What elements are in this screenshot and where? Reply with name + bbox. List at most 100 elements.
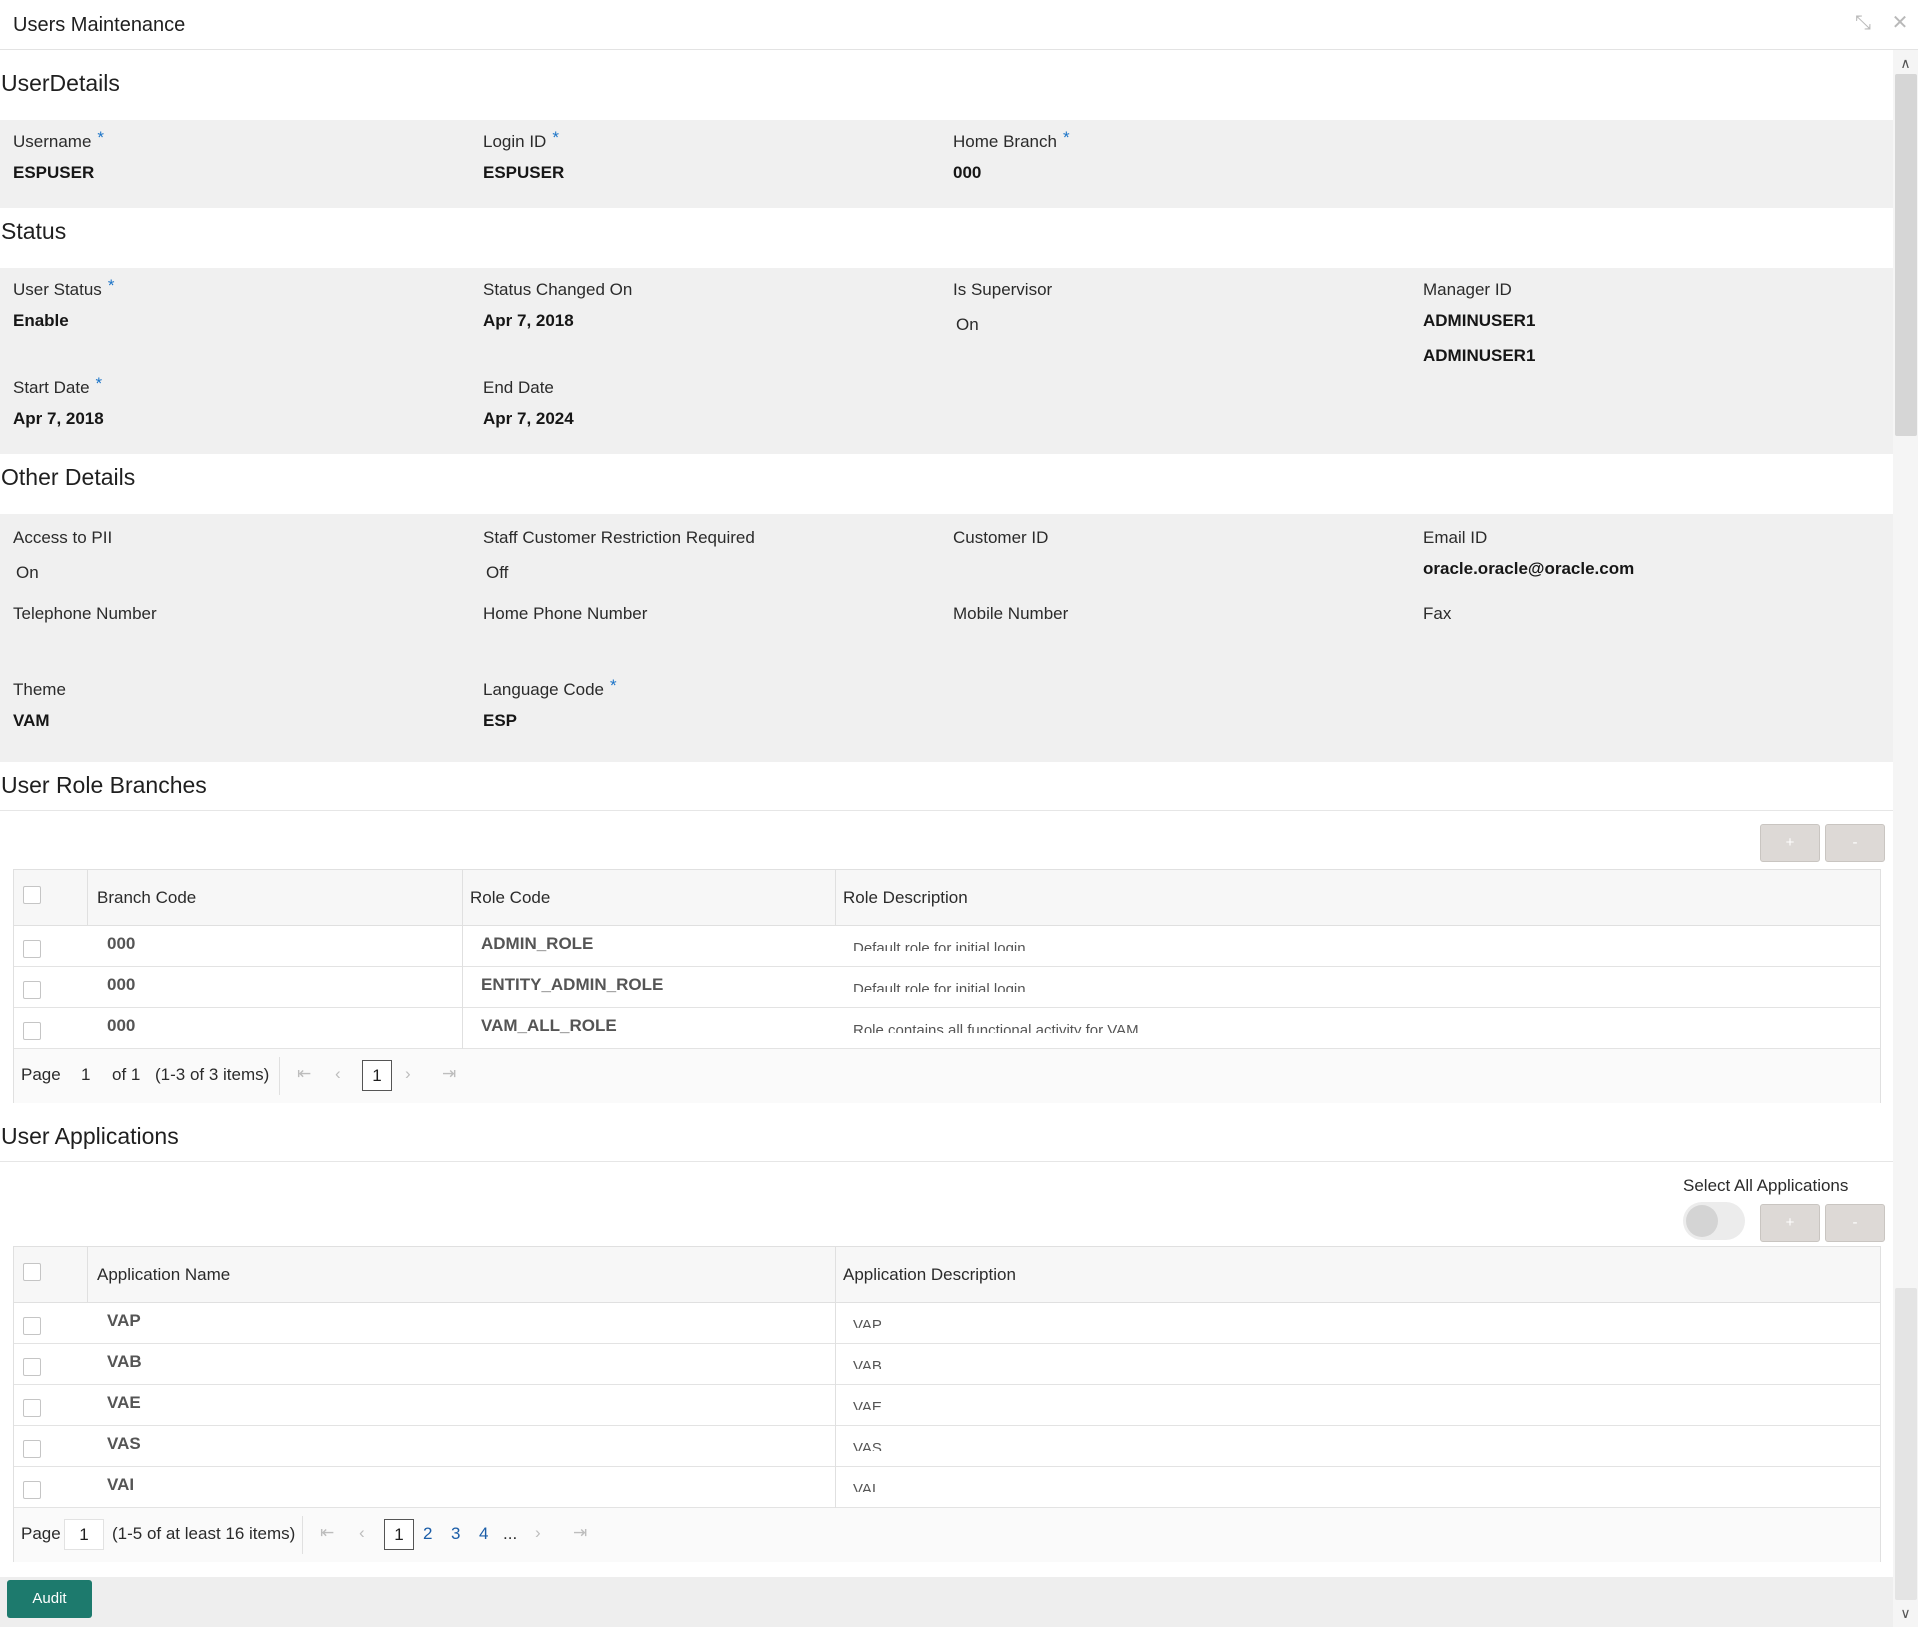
table-row[interactable]: 000 ENTITY_ADMIN_ROLE Default role for i… <box>14 967 1880 1008</box>
remove-application-button[interactable]: - <box>1825 1204 1885 1242</box>
row-checkbox[interactable] <box>23 940 41 958</box>
column-header-application-description: Application Description <box>843 1265 1016 1284</box>
vertical-scrollbar[interactable]: ∧ ∨ <box>1893 50 1918 1627</box>
footer-bar: Audit <box>0 1577 1893 1627</box>
end-date-field: End Date Apr 7, 2024 <box>483 378 574 429</box>
users-maintenance-window: Users Maintenance ⤡ ✕ UserDetails Userna… <box>0 0 1918 1627</box>
customer-id-field: Customer ID <box>953 528 1048 559</box>
table-header: Branch Code Role Code Role Description <box>14 870 1880 926</box>
table-row[interactable]: VAI VAI <box>14 1467 1880 1508</box>
row-checkbox[interactable] <box>23 1440 41 1458</box>
login-id-field: Login ID * ESPUSER <box>483 128 564 183</box>
current-page-button[interactable]: 1 <box>362 1060 392 1091</box>
previous-page-icon[interactable]: ‹ <box>359 1523 365 1543</box>
toggle-knob <box>1686 1205 1718 1237</box>
remove-role-branch-button[interactable]: - <box>1825 824 1885 862</box>
row-checkbox[interactable] <box>23 1022 41 1040</box>
scroll-up-icon[interactable]: ∧ <box>1893 52 1918 74</box>
row-checkbox[interactable] <box>23 1317 41 1335</box>
next-page-icon[interactable]: › <box>535 1523 541 1543</box>
scroll-down-icon[interactable]: ∨ <box>1893 1602 1918 1624</box>
column-header-role-code: Role Code <box>470 888 551 907</box>
home-branch-value: 000 <box>953 163 982 182</box>
add-role-branch-button[interactable]: + <box>1760 824 1820 862</box>
add-application-button[interactable]: + <box>1760 1204 1820 1242</box>
close-icon[interactable]: ✕ <box>1889 12 1911 34</box>
window-title: Users Maintenance <box>13 14 186 36</box>
row-checkbox[interactable] <box>23 1358 41 1376</box>
branch-code-cell: 000 <box>107 975 136 994</box>
table-row[interactable]: 000 ADMIN_ROLE Default role for initial … <box>14 926 1880 967</box>
row-checkbox[interactable] <box>23 981 41 999</box>
form-content: UserDetails Username * ESPUSER Login ID * … <box>0 50 1893 1577</box>
required-marker: * <box>1062 128 1070 147</box>
collapse-arrows-icon[interactable]: ⤡ <box>1852 12 1874 34</box>
divider <box>0 810 1893 811</box>
column-header-application-name: Application Name <box>97 1265 231 1284</box>
table-row[interactable]: VAE VAE <box>14 1385 1880 1426</box>
table-header: Application Name Application Description <box>14 1247 1880 1303</box>
table-row[interactable]: VAB VAB <box>14 1344 1880 1385</box>
application-name-cell: VAB <box>107 1352 142 1371</box>
user-details-panel: Username * ESPUSER Login ID * ESPUSER Home… <box>0 120 1893 208</box>
application-description-cell: VAE <box>853 1399 882 1410</box>
page-number-input[interactable]: 1 <box>64 1519 104 1550</box>
application-description-cell: VAP <box>853 1317 882 1328</box>
page-number-input[interactable]: 1 <box>81 1065 90 1085</box>
current-page-button[interactable]: 1 <box>384 1519 414 1550</box>
start-date-label: Start Date <box>13 378 90 397</box>
scrollbar-thumb[interactable] <box>1895 74 1917 436</box>
table-row[interactable]: VAS VAS <box>14 1426 1880 1467</box>
select-all-applications-toggle[interactable] <box>1683 1202 1745 1240</box>
first-page-icon[interactable]: ⇤ <box>320 1523 334 1543</box>
divider <box>0 1161 1893 1162</box>
username-value: ESPUSER <box>13 163 95 182</box>
row-checkbox[interactable] <box>23 1481 41 1499</box>
language-code-value: ESP <box>483 711 518 730</box>
scrollbar-track-lower <box>1895 1288 1917 1600</box>
username-label: Username <box>13 132 92 151</box>
next-page-icon[interactable]: › <box>405 1064 411 1084</box>
home-branch-label: Home Branch <box>953 132 1057 151</box>
role-code-cell: ADMIN_ROLE <box>481 934 594 953</box>
required-marker: * <box>610 676 617 695</box>
manager-id-value: ADMINUSER1 <box>1423 311 1536 330</box>
fax-field: Fax <box>1423 604 1451 635</box>
mobile-number-field: Mobile Number <box>953 604 1068 635</box>
column-header-role-description: Role Description <box>843 888 968 907</box>
theme-field: Theme VAM <box>13 680 66 731</box>
branch-code-cell: 000 <box>107 934 136 953</box>
column-header-branch-code: Branch Code <box>97 888 197 907</box>
page-link-3[interactable]: 3 <box>451 1524 460 1544</box>
required-marker: * <box>552 128 559 147</box>
customer-id-label: Customer ID <box>953 528 1049 547</box>
table-row[interactable]: 000 VAM_ALL_ROLE Role contains all funct… <box>14 1008 1880 1049</box>
is-supervisor-label: Is Supervisor <box>953 280 1053 299</box>
first-page-icon[interactable]: ⇤ <box>297 1064 311 1084</box>
status-panel: User Status * Enable Status Changed On Ap… <box>0 268 1893 454</box>
select-all-checkbox[interactable] <box>23 1263 41 1281</box>
section-title-status: Status <box>1 218 67 244</box>
last-page-icon[interactable]: ⇥ <box>573 1523 587 1543</box>
other-details-panel: Access to PII On Staff Customer Restrict… <box>0 514 1893 762</box>
application-name-cell: VAE <box>107 1393 141 1412</box>
table-row[interactable]: VAP VAP <box>14 1303 1880 1344</box>
last-page-icon[interactable]: ⇥ <box>442 1064 456 1084</box>
audit-button[interactable]: Audit <box>7 1580 92 1618</box>
required-marker: * <box>97 128 105 147</box>
row-checkbox[interactable] <box>23 1399 41 1417</box>
language-code-label: Language Code <box>483 680 605 699</box>
is-supervisor-field: Is Supervisor On <box>953 280 1052 335</box>
email-id-value: oracle.oracle@oracle.com <box>1423 559 1635 578</box>
theme-value: VAM <box>13 711 50 730</box>
role-branches-pager: Page 1 of 1 (1-3 of 3 items) ⇤ ‹ 1 › ⇥ <box>14 1049 1880 1103</box>
user-status-field: User Status * Enable <box>13 276 114 331</box>
page-link-2[interactable]: 2 <box>423 1524 432 1544</box>
previous-page-icon[interactable]: ‹ <box>335 1064 341 1084</box>
select-all-applications-label: Select All Applications <box>1683 1176 1849 1195</box>
access-to-pii-field: Access to PII On <box>13 528 112 583</box>
more-pages-ellipsis[interactable]: ... <box>503 1524 517 1544</box>
select-all-checkbox[interactable] <box>23 886 41 904</box>
application-name-cell: VAI <box>107 1475 135 1494</box>
page-link-4[interactable]: 4 <box>479 1524 488 1544</box>
